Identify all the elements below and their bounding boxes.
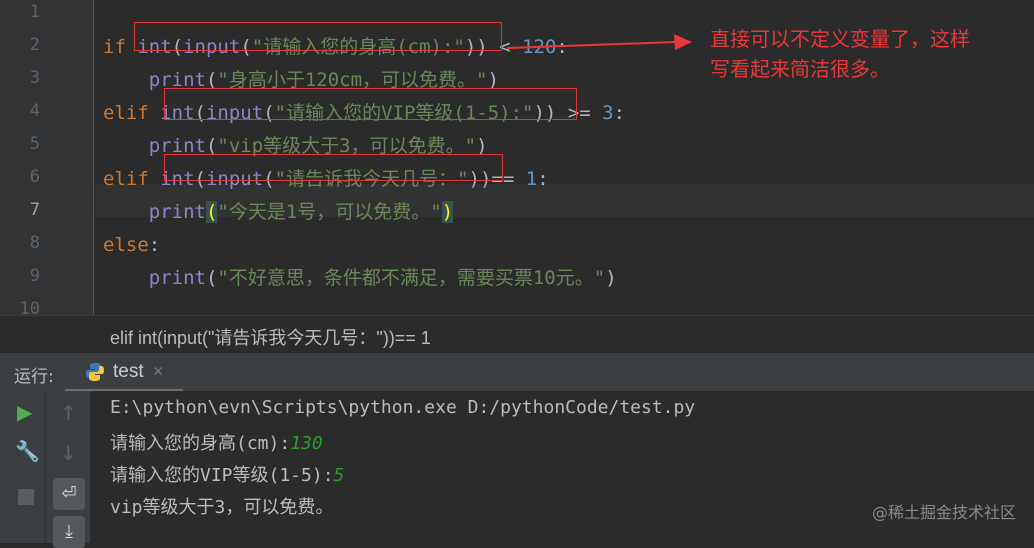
annotation-note: 直接可以不定义变量了，这样 写看起来简洁很多。 <box>710 24 970 84</box>
console-text: E:\python\evn\Scripts\python.exe D:/pyth… <box>110 397 696 418</box>
run-toolbar-left: ▶ 🔧 <box>0 391 46 543</box>
run-panel-header: 运行: test ✕ <box>0 352 1034 392</box>
console-line: 请输入您的身高(cm):130 <box>110 429 323 455</box>
run-tab-test[interactable]: test ✕ <box>65 353 183 392</box>
soft-wrap-icon[interactable]: ⏎ <box>53 478 85 510</box>
annotation-line-2: 写看起来简洁很多。 <box>710 57 890 81</box>
annotation-line-1: 直接可以不定义变量了，这样 <box>710 27 970 51</box>
breadcrumb-bar[interactable]: elif int(input("请告诉我今天几号："))== 1 <box>0 315 1034 352</box>
breadcrumb[interactable]: elif int(input("请告诉我今天几号："))== 1 <box>110 324 431 350</box>
close-tab-icon[interactable]: ✕ <box>153 361 163 381</box>
console-text: 请输入您的VIP等级(1-5): <box>110 465 334 486</box>
wrench-icon[interactable]: 🔧 <box>15 439 40 463</box>
stop-icon[interactable] <box>18 489 34 505</box>
console-user-input: 5 <box>333 465 345 486</box>
console-text: 请输入您的身高(cm): <box>110 433 291 454</box>
console-line: 请输入您的VIP等级(1-5):5 <box>110 461 344 487</box>
arrow-down-icon[interactable]: ↓ <box>60 441 77 465</box>
tab-label: test <box>113 361 144 382</box>
run-toolbar-right: ↑ ↓ ⏎ ⤓ <box>46 391 90 548</box>
rerun-icon[interactable]: ▶ <box>17 400 32 424</box>
console-line: vip等级大于3，可以免费。 <box>110 493 333 519</box>
arrow-up-icon[interactable]: ↑ <box>60 401 77 425</box>
run-label: 运行: <box>14 367 54 387</box>
scroll-to-end-icon[interactable]: ⤓ <box>53 516 85 548</box>
console-line: E:\python\evn\Scripts\python.exe D:/pyth… <box>110 397 695 418</box>
code-editor[interactable]: 1 2 3 4 5 6 7 8 9 10 if int(input("请输入您的身高(cm):")… <box>0 0 1034 319</box>
python-icon <box>86 363 104 381</box>
console-text: vip等级大于3，可以免费。 <box>110 497 334 518</box>
console-user-input: 130 <box>290 433 323 454</box>
watermark: @稀土掘金技术社区 <box>871 503 1016 522</box>
